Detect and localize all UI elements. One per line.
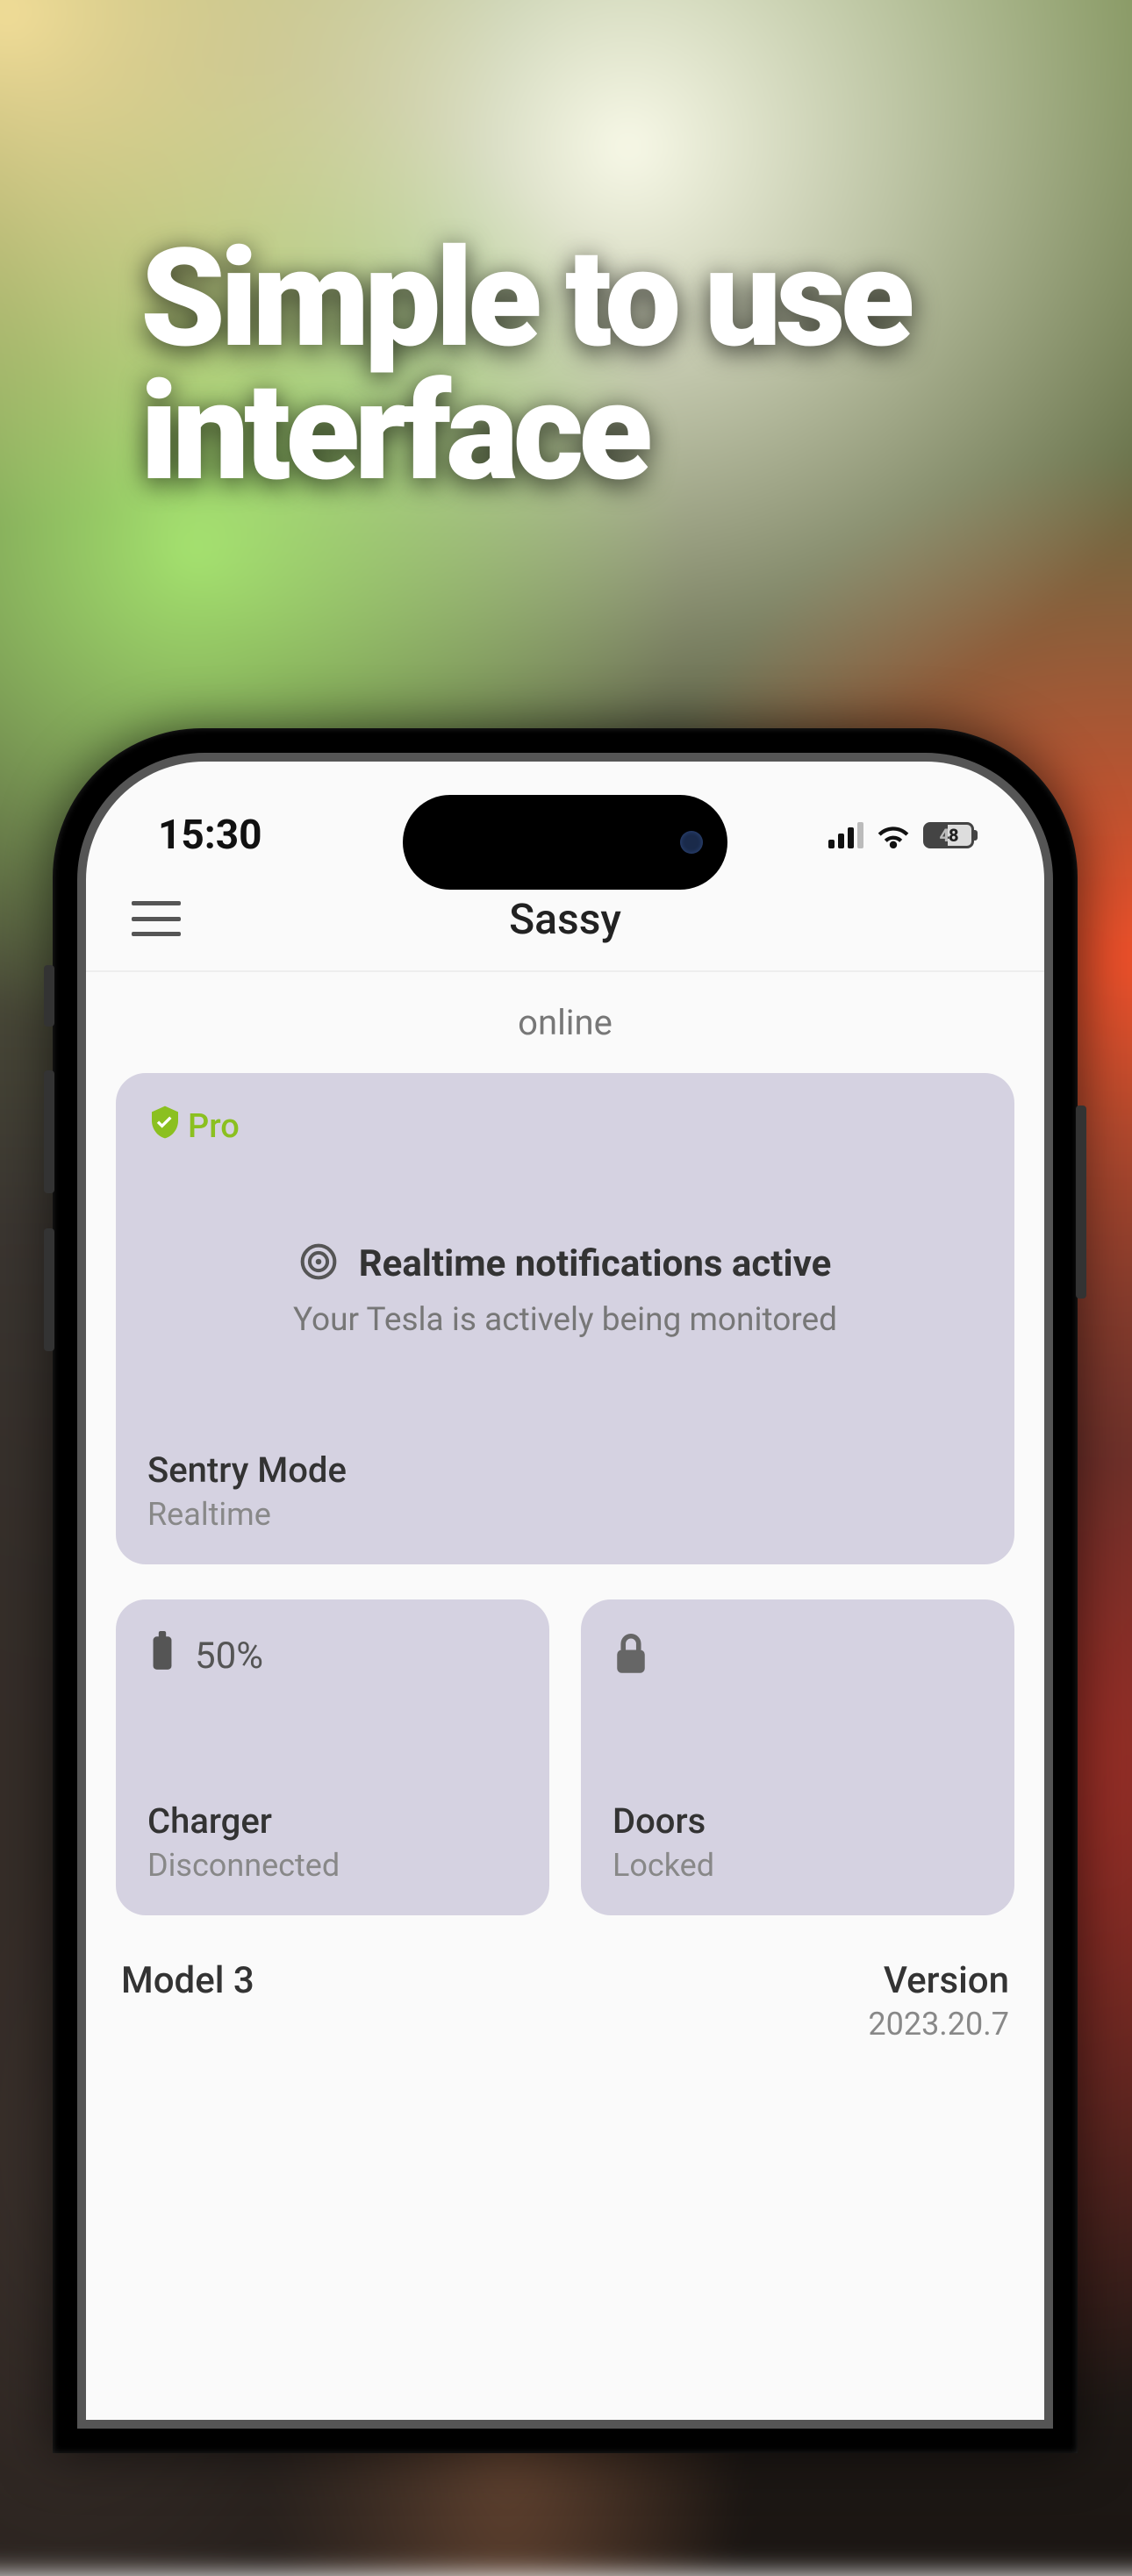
vehicle-model: Model 3 bbox=[121, 1959, 254, 2002]
phone-screen: 15:30 48 Sassy online bbox=[86, 762, 1044, 2420]
battery-icon bbox=[147, 1631, 177, 1681]
charger-status: Disconnected bbox=[147, 1847, 518, 1884]
promo-line-2: interface bbox=[140, 366, 909, 499]
notification-subtitle: Your Tesla is actively being monitored bbox=[293, 1301, 837, 1339]
sentry-mode-status: Realtime bbox=[147, 1496, 983, 1533]
shield-check-icon bbox=[147, 1105, 183, 1148]
wifi-icon bbox=[876, 822, 911, 848]
version-value: 2023.20.7 bbox=[868, 2006, 1009, 2043]
lock-icon bbox=[613, 1631, 649, 1685]
version-label: Version bbox=[868, 1959, 1009, 2002]
notification-title: Realtime notifications active bbox=[359, 1242, 832, 1285]
connection-status: online bbox=[86, 972, 1044, 1073]
sentry-mode-label: Sentry Mode bbox=[147, 1449, 983, 1491]
app-title: Sassy bbox=[509, 894, 621, 944]
phone-frame: 15:30 48 Sassy online bbox=[53, 728, 1078, 2453]
promo-line-1: Simple to use bbox=[140, 233, 909, 366]
doors-label: Doors bbox=[613, 1800, 983, 1842]
charger-card[interactable]: 50% Charger Disconnected bbox=[116, 1599, 549, 1915]
charger-label: Charger bbox=[147, 1800, 518, 1842]
menu-button[interactable] bbox=[132, 901, 181, 936]
doors-card[interactable]: Doors Locked bbox=[581, 1599, 1014, 1915]
side-button bbox=[44, 1228, 54, 1351]
side-button bbox=[44, 965, 54, 1027]
vehicle-info-row: Model 3 Version 2023.20.7 bbox=[116, 1915, 1014, 2086]
battery-percent: 50% bbox=[195, 1635, 263, 1678]
pro-label: Pro bbox=[188, 1107, 240, 1146]
side-button bbox=[1076, 1106, 1086, 1299]
sentry-card[interactable]: Pro Realtime notifications active Your T… bbox=[116, 1073, 1014, 1564]
app-header: Sassy bbox=[86, 867, 1044, 972]
side-button bbox=[44, 1070, 54, 1193]
battery-icon: 48 bbox=[923, 822, 974, 848]
promo-headline: Simple to use interface bbox=[140, 233, 909, 499]
target-icon bbox=[299, 1242, 338, 1284]
doors-status: Locked bbox=[613, 1847, 983, 1884]
cellular-signal-icon bbox=[828, 822, 863, 848]
pro-badge: Pro bbox=[147, 1105, 983, 1148]
status-time: 15:30 bbox=[158, 812, 262, 859]
